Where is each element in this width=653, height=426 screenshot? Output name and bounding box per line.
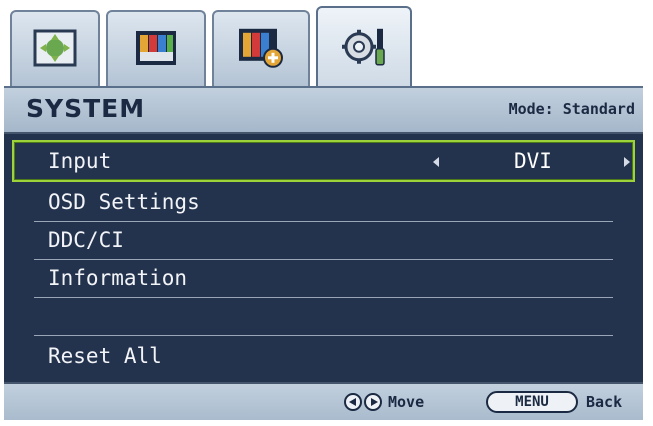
page-title: SYSTEM (26, 94, 146, 123)
menu-item-information[interactable]: Information (34, 260, 613, 298)
system-settings-icon (342, 28, 385, 66)
header-bar: SYSTEM Mode: Standard (4, 86, 643, 134)
tab-picture[interactable] (10, 10, 100, 88)
menu-item-osd-settings[interactable]: OSD Settings (34, 184, 613, 222)
menu-key-icon: MENU (486, 391, 578, 413)
menu-item-input[interactable]: Input DVI (12, 140, 635, 182)
osd-window: SYSTEM Mode: Standard Input DVI OSD Sett… (4, 4, 643, 420)
tab-picture-advanced[interactable] (212, 10, 310, 88)
mode-indicator: Mode: Standard (508, 100, 635, 118)
menu-item-ddc-ci[interactable]: DDC/CI (34, 222, 613, 260)
left-key-icon (344, 393, 362, 411)
footer-bar: Move MENU Back (4, 382, 643, 420)
color-bars-icon (136, 31, 176, 65)
menu-item-label: DDC/CI (48, 228, 124, 252)
menu-item-label: Input (48, 149, 112, 173)
tab-system[interactable] (316, 6, 412, 90)
arrow-right-icon[interactable] (624, 157, 630, 167)
tab-picture-color[interactable] (106, 10, 206, 88)
menu-panel: Input DVI OSD Settings DDC/CI Informatio… (4, 134, 643, 382)
right-key-icon (364, 393, 382, 411)
picture-adjust-icon (33, 29, 77, 67)
input-value: DVI (514, 149, 552, 173)
menu-item-reset-all[interactable]: Reset All (34, 338, 613, 376)
menu-item-label: OSD Settings (48, 190, 200, 214)
menu-item-empty (34, 298, 613, 336)
arrow-left-icon[interactable] (433, 157, 439, 167)
menu-item-label: Information (48, 266, 188, 290)
back-hint: Back (586, 393, 623, 411)
move-hint: Move (388, 393, 425, 411)
menu-item-label: Reset All (48, 344, 162, 368)
picture-advanced-icon (239, 28, 283, 68)
